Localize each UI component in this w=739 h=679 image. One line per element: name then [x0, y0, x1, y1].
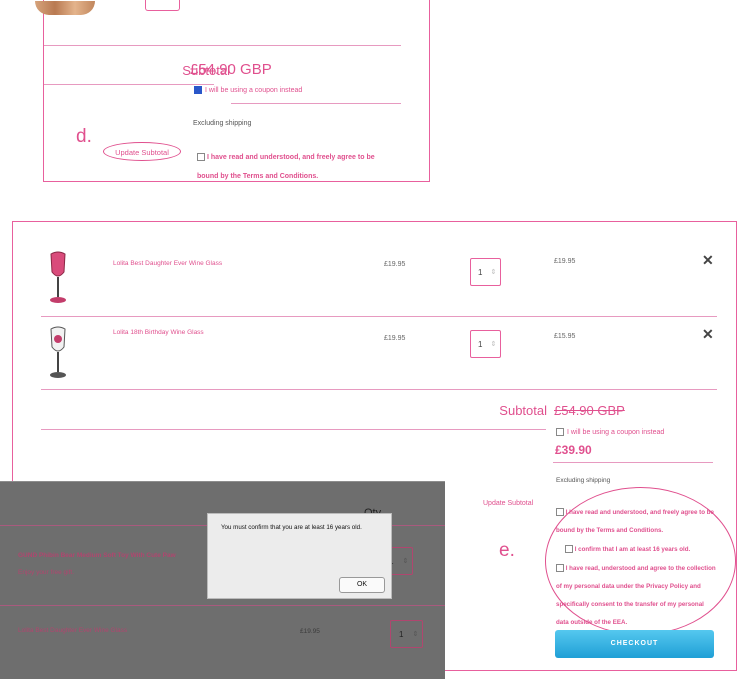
divider — [553, 462, 713, 463]
item-name[interactable]: Lolita Best Daughter Ever Wine Glass — [113, 260, 222, 267]
discounted-subtotal: £39.90 — [555, 443, 592, 457]
divider — [41, 429, 546, 430]
overlay-quantity-input[interactable]: 1 ⇕ — [390, 620, 423, 648]
divider — [44, 84, 214, 85]
coupon-label: I will be using a coupon instead — [205, 86, 303, 94]
coupon-option[interactable]: I will be using a coupon instead — [556, 428, 664, 436]
update-subtotal-link[interactable]: Update Subtotal — [103, 142, 181, 161]
divider — [44, 45, 401, 46]
terms-option[interactable]: I have read and understood, and freely a… — [197, 148, 382, 186]
divider — [41, 389, 717, 390]
quantity-value: 1 — [478, 267, 483, 277]
overlay-item-name: Lolita Best Daughter Ever Wine Glass — [18, 627, 128, 634]
remove-item-icon[interactable]: ✕ — [702, 326, 714, 343]
coupon-option[interactable]: I will be using a coupon instead — [194, 86, 302, 94]
quantity-value: 1 — [478, 339, 483, 349]
product-thumbnail-wine-glass — [47, 250, 69, 306]
overlay-item-note: Enjoy your free gift. — [18, 569, 74, 576]
item-name[interactable]: Lolita 18th Birthday Wine Glass — [113, 329, 204, 336]
coupon-checkbox[interactable] — [556, 428, 564, 436]
excluding-shipping-note: Excluding shipping — [556, 477, 611, 484]
coupon-label: I will be using a coupon instead — [567, 428, 665, 436]
quantity-value: 1 — [399, 629, 404, 639]
spinner-icon[interactable]: ⇕ — [412, 630, 418, 638]
checkout-button[interactable]: CHECKOUT — [555, 630, 714, 658]
product-thumbnail-bear — [35, 1, 95, 15]
alert-ok-button[interactable]: OK — [339, 577, 385, 593]
coupon-checkbox[interactable] — [194, 86, 202, 94]
original-subtotal: £54.90 GBP — [554, 403, 625, 418]
item-total: £19.95 — [554, 258, 576, 265]
terms-checkbox[interactable] — [197, 153, 205, 162]
item-total: £15.95 — [554, 333, 576, 340]
highlight-ellipse — [545, 487, 736, 635]
divider — [41, 316, 717, 317]
update-subtotal-link[interactable]: Update Subtotal — [483, 500, 533, 507]
overlay-item-price: £19.95 — [300, 628, 320, 635]
divider — [231, 103, 401, 104]
alert-message: You must confirm that you are at least 1… — [221, 524, 362, 531]
terms-checkbox[interactable] — [556, 508, 564, 517]
annotation-letter-d: d. — [76, 126, 92, 147]
subtotal-value: £54.90 GBP — [190, 61, 272, 78]
annotation-letter-e: e. — [499, 540, 515, 561]
terms-label: I have read and understood, and freely a… — [197, 154, 375, 180]
quantity-input[interactable]: 1 ⇕ — [470, 330, 501, 358]
spinner-icon[interactable]: ⇕ — [490, 268, 496, 276]
quantity-field-partial[interactable] — [145, 0, 180, 11]
spinner-icon[interactable]: ⇕ — [402, 557, 408, 565]
subtotal-label: Subtotal — [499, 403, 547, 418]
excluding-shipping-note: Excluding shipping — [193, 120, 252, 127]
spinner-icon[interactable]: ⇕ — [490, 340, 496, 348]
alert-dialog: You must confirm that you are at least 1… — [207, 513, 392, 599]
quantity-input[interactable]: 1 ⇕ — [470, 258, 501, 286]
overlay-item-name: GUND Phibin Bear Medium Soft Toy With Cu… — [18, 552, 176, 559]
product-thumbnail-wine-glass — [47, 325, 69, 381]
item-price: £19.95 — [384, 335, 406, 342]
item-price: £19.95 — [384, 261, 406, 268]
remove-item-icon[interactable]: ✕ — [702, 252, 714, 269]
